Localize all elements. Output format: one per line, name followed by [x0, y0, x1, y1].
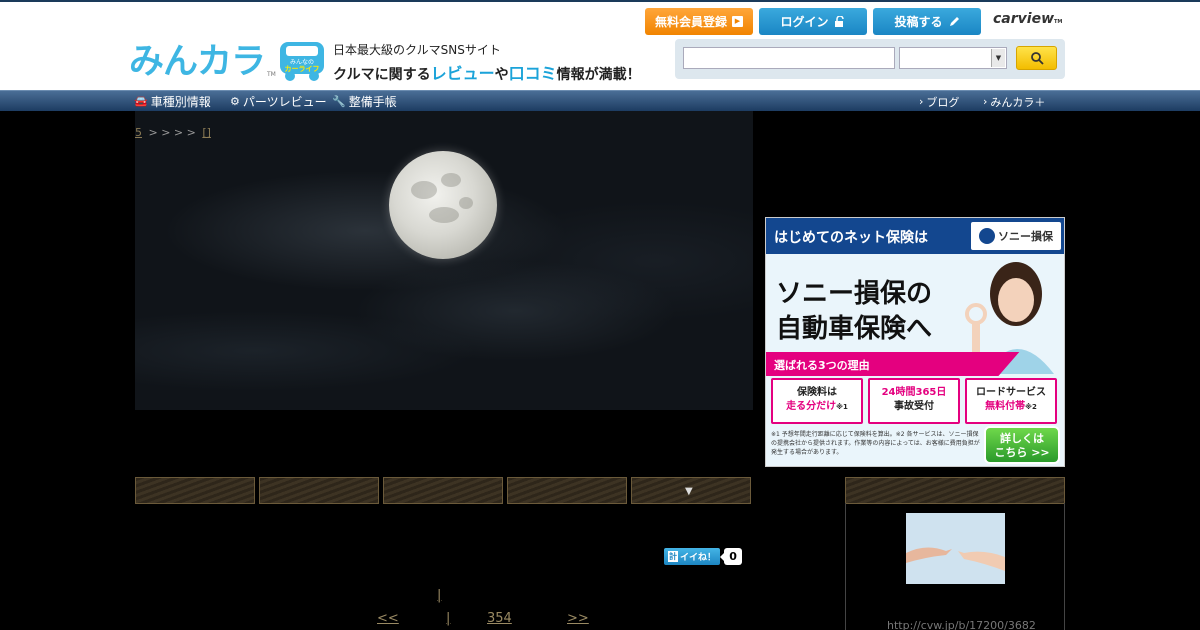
search-input[interactable]: [683, 47, 895, 69]
main-photo: [135, 111, 753, 410]
ad-box2-a: 24時間365日: [881, 387, 947, 398]
site-tagline: 日本最大級のクルマSNSサイト: [333, 43, 501, 57]
tagline2-kuchikomi: 口コミ: [508, 64, 557, 83]
moon-mare: [441, 173, 461, 187]
play-arrow-icon: ▶: [732, 16, 743, 27]
chevron-right-icon: ›: [983, 95, 988, 108]
carview-tm: TM: [1054, 19, 1063, 25]
ad-box1-note: ※1: [836, 403, 848, 411]
ad-headline-1: ソニー損保の: [776, 279, 933, 309]
logo-wordmark: みんカラ: [129, 42, 266, 82]
ad-reason-1: 保険料は 走る分だけ※1: [771, 378, 863, 424]
ad-box1-a: 保険料は: [797, 387, 837, 398]
nav-parts-review[interactable]: ⚙ パーツレビュー: [230, 93, 327, 110]
post-button[interactable]: 投稿する: [873, 8, 981, 35]
sony-logo-icon: [979, 228, 995, 244]
register-button[interactable]: 無料会員登録 ▶: [645, 8, 753, 35]
like-widget: 計 イイね！ 0: [664, 548, 743, 565]
sony-insurance-ad[interactable]: はじめてのネット保険は ソニー損保 ソニー損保の 自動車保険へ 選ばれる3つの理…: [765, 217, 1065, 467]
ad-reasons-text: 選ばれる3つの理由: [774, 359, 870, 372]
pager-prev[interactable]: <<: [377, 611, 399, 626]
photo-tab[interactable]: [507, 477, 627, 504]
ad-brand: ソニー損保: [971, 222, 1061, 250]
ad-cta-line1: 詳しくは: [1000, 432, 1044, 445]
tagline2-a: クルマに関する: [333, 67, 431, 83]
login-button[interactable]: ログイン: [759, 8, 867, 35]
login-label: ログイン: [780, 15, 829, 29]
gear-icon: ⚙: [230, 95, 240, 108]
ad-box2-b: 事故受付: [894, 401, 934, 412]
ad-brand-text: ソニー損保: [998, 230, 1053, 243]
photo-tab-more[interactable]: ▼: [631, 477, 751, 504]
ad-reason-3: ロードサービス 無料付帯※2: [965, 378, 1057, 424]
carview-logo[interactable]: carviewTM: [993, 11, 1062, 27]
ad-reason-2: 24時間365日 事故受付: [868, 378, 960, 424]
photo-tab[interactable]: [135, 477, 255, 504]
padlock-icon: [834, 15, 844, 27]
site-header: みんカラ TM みんなの カーライフ 日本最大級のクルマSNSサイト クルマに関…: [0, 0, 1200, 90]
like-label: イイね！: [680, 553, 717, 563]
triangle-down-icon: ▼: [685, 486, 693, 497]
pager-next[interactable]: >>: [567, 611, 589, 626]
ad-box1-b: 走る分だけ: [786, 401, 837, 412]
badge-line2: カーライフ: [285, 65, 320, 73]
car-icon: 🚘: [134, 95, 148, 108]
car-badge-icon: みんなの カーライフ: [280, 42, 324, 81]
breadcrumb-first[interactable]: 5: [135, 126, 142, 139]
nav-maint-label: 整備手帳: [348, 95, 397, 109]
nav-plus-label: みんカラ＋: [990, 95, 1046, 109]
wrench-icon: 🔧: [332, 95, 346, 108]
ad-box3-note: ※2: [1025, 403, 1037, 411]
nav-car-info[interactable]: 🚘 車種別情報: [134, 93, 211, 110]
moon-mare: [459, 197, 473, 209]
chevron-right-icon: ›: [919, 95, 924, 108]
sidebar-header: [845, 477, 1065, 504]
nav-car-label: 車種別情報: [150, 95, 211, 109]
pager-count[interactable]: 354: [487, 611, 512, 626]
breadcrumb-separators: > > > >: [148, 126, 196, 139]
photo-tab[interactable]: [259, 477, 379, 504]
like-button[interactable]: 計 イイね！: [664, 548, 721, 565]
ad-cta-button[interactable]: 詳しくは こちら >>: [984, 426, 1060, 464]
like-badge-icon: 計: [668, 551, 678, 562]
pencil-icon: [949, 16, 959, 26]
site-logo[interactable]: みんカラ TM: [129, 42, 276, 82]
breadcrumb-last[interactable]: []: [202, 126, 211, 139]
ad-box3-a: ロードサービス: [976, 387, 1046, 398]
pager-current[interactable]: |: [446, 611, 450, 626]
photo-tab[interactable]: [383, 477, 503, 504]
post-label: 投稿する: [894, 15, 943, 29]
carview-text: carview: [993, 11, 1055, 27]
ad-top-text: はじめてのネット保険は: [774, 230, 928, 246]
register-label: 無料会員登録: [654, 15, 727, 29]
ad-footnote: ※1 予想年間走行距離に応じて保険料を算出。※2 各サービスは、ソニー損保の提携…: [771, 431, 980, 456]
moon-mare: [411, 181, 437, 199]
sidebar-thumbnail[interactable]: [906, 513, 1005, 584]
moon-mare: [429, 207, 459, 223]
ad-cta-line2: こちら >>: [994, 446, 1050, 459]
site-tagline-secondary: クルマに関するレビューや口コミ情報が満載！: [333, 60, 641, 84]
chevron-down-icon: ▼: [991, 49, 1005, 67]
global-nav: 🚘 車種別情報 ⚙ パーツレビュー 🔧 整備手帳 › ブログ › みんカラ＋: [0, 90, 1200, 111]
nav-maintenance[interactable]: 🔧 整備手帳: [332, 93, 397, 110]
search-area: ▼: [675, 39, 1065, 79]
nav-blog-label: ブログ: [926, 95, 960, 109]
moon-image: [389, 151, 497, 259]
nav-parts-label: パーツレビュー: [242, 95, 327, 109]
nav-minkara-plus[interactable]: › みんカラ＋: [983, 93, 1045, 110]
logo-tm: TM: [267, 71, 276, 78]
tagline2-c: や: [494, 67, 509, 83]
tagline2-e: 情報が満載！: [556, 67, 641, 83]
pager-link-mid[interactable]: |: [437, 588, 441, 603]
ad-headline-2: 自動車保険へ: [776, 314, 933, 344]
breadcrumb: 5 > > > > []: [135, 126, 211, 139]
ad-box3-b: 無料付帯: [985, 401, 1026, 412]
search-category-select[interactable]: ▼: [899, 47, 1007, 69]
sidebar-link[interactable]: http://cvw.jp/b/17200/3682: [887, 619, 1036, 630]
like-count: 0: [720, 548, 743, 565]
nav-blog[interactable]: › ブログ: [919, 93, 959, 110]
search-icon: [1030, 52, 1044, 65]
tagline2-review: レビュー: [430, 64, 495, 83]
search-button[interactable]: [1016, 46, 1057, 70]
